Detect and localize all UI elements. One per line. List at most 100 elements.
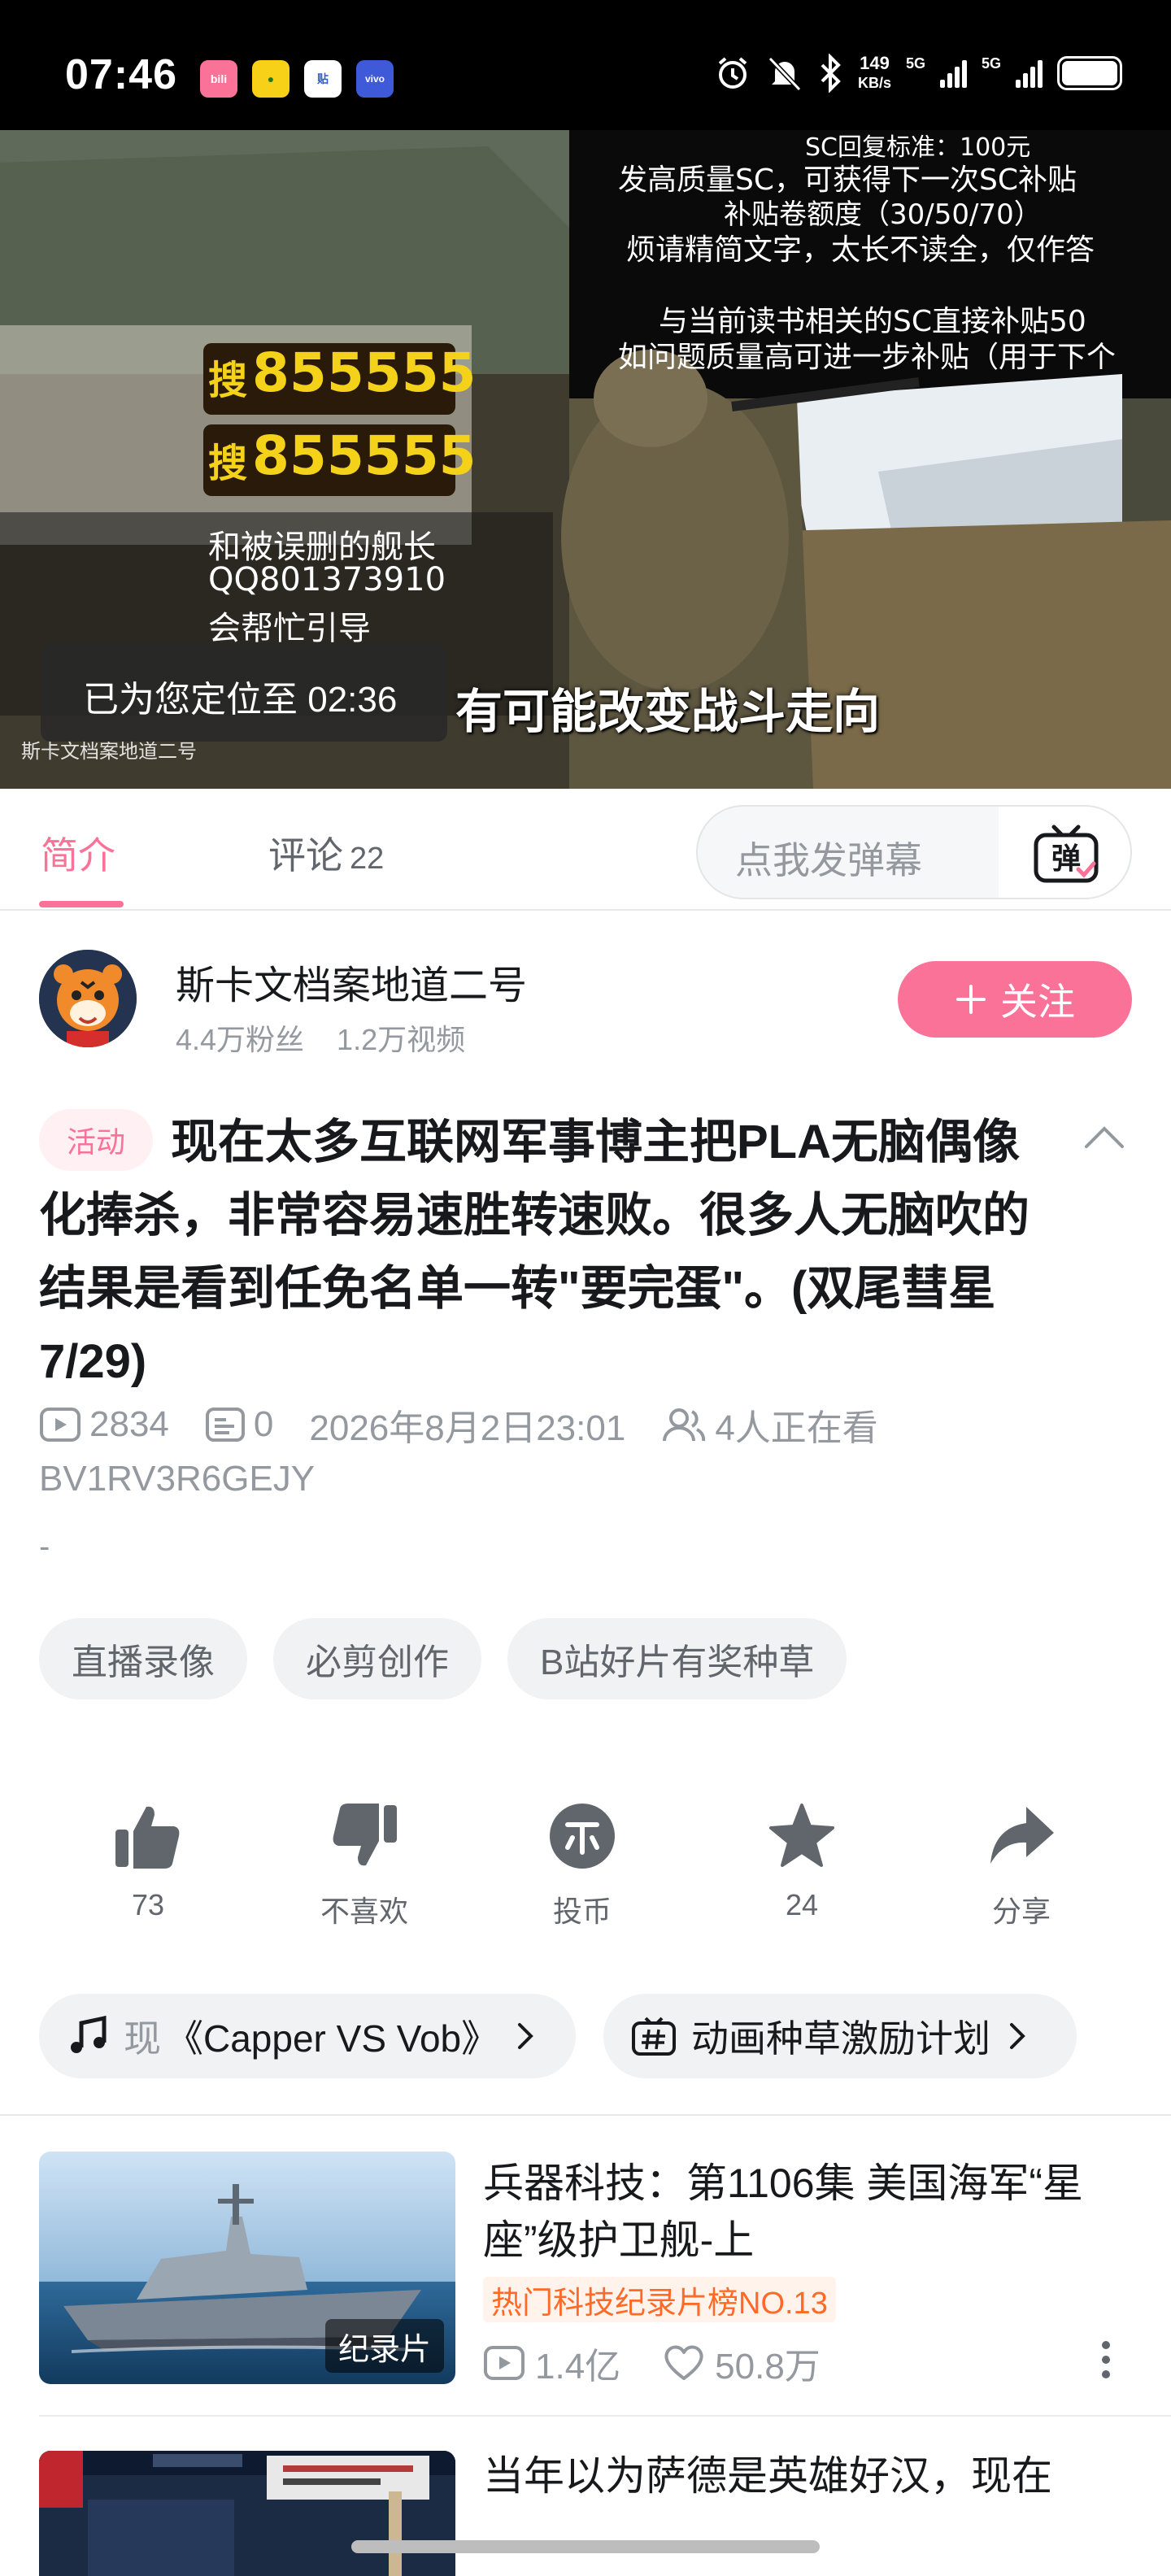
star-icon xyxy=(769,1804,834,1867)
related-like-count: 50.8万 xyxy=(715,2347,821,2387)
favorite-count: 24 xyxy=(785,1888,819,1921)
dislike-button[interactable]: 不喜欢 xyxy=(283,1802,446,1930)
tag-list: 直播录像 必剪创作 B站好片有奖种草 xyxy=(39,1618,847,1699)
bgm-chip[interactable]: 现《Capper VS Vob》 xyxy=(39,1994,576,2078)
detail-tabs: 简介 评论 22 点我发弹幕 弹 xyxy=(0,789,1171,911)
activity-chip-label: 动画种草激励计划 xyxy=(691,2017,990,2060)
plus-icon xyxy=(956,985,986,1014)
related-video-title[interactable]: 当年以为萨德是英雄好汉，现在 xyxy=(483,2448,1134,2504)
tab-comments[interactable]: 评论 22 xyxy=(268,826,384,880)
list-divider xyxy=(39,2415,1171,2417)
related-play-count: 1.4亿 xyxy=(535,2347,621,2387)
mute-bell-icon xyxy=(768,56,802,92)
bluetooth-icon xyxy=(821,54,841,93)
overlay-line-4: 烦请精简文字，太长不读全，仅作答 xyxy=(626,233,1095,267)
promo-prefix-1: 搜 xyxy=(208,358,248,403)
activity-chip[interactable]: 动画种草激励计划 xyxy=(603,1994,1077,2078)
chevron-right-icon xyxy=(1010,2023,1025,2049)
promo-number-2: 855555 xyxy=(252,424,477,487)
danmaku-input[interactable]: 点我发弹幕 xyxy=(698,807,999,898)
video-subtitle: 有可能改变战斗走向 xyxy=(455,685,881,738)
favorite-button[interactable]: 24 xyxy=(720,1802,883,1922)
related-video-stats: 1.4亿 50.8万 xyxy=(483,2337,821,2389)
watching-count: 4人正在看 xyxy=(715,1408,878,1448)
watching-people-icon xyxy=(663,1408,706,1442)
uploader-videos: 1.2万视频 xyxy=(337,1023,466,1056)
danmaku-count: 0 xyxy=(253,1404,274,1444)
danmaku-button-label: 弹 xyxy=(1051,842,1081,876)
hashtag-tv-icon xyxy=(632,2017,676,2056)
danmaku-tv-icon: 弹 xyxy=(1034,825,1099,883)
vivo-app-icon: vivo xyxy=(356,60,394,98)
play-count: 2834 xyxy=(89,1404,169,1444)
tab-active-indicator xyxy=(39,901,124,907)
play-count-icon xyxy=(40,1408,81,1442)
like-button[interactable]: 73 xyxy=(67,1802,229,1922)
coin-icon xyxy=(550,1804,615,1869)
share-button[interactable]: 分享 xyxy=(940,1802,1103,1930)
video-meta: 2834 0 2026年8月2日23:01 4人正在看 xyxy=(39,1399,878,1451)
uploader-stats: 4.4万粉丝 1.2万视频 xyxy=(176,1016,465,1059)
danmaku-count-icon xyxy=(205,1408,245,1442)
bvid: BV1RV3R6GEJY xyxy=(39,1459,316,1499)
resume-position-toast: 已为您定位至 02:36 xyxy=(41,644,447,742)
video-title: 现在太多互联网军事博主把PLA无脑偶像化捧杀，非常容易速胜转速败。很多人无脑吹的… xyxy=(39,1116,1030,1388)
overlay-line-6: 如问题质量高可进一步补贴（用于下个 xyxy=(618,341,1117,374)
promo-prefix-2: 搜 xyxy=(208,441,248,486)
section-divider xyxy=(0,2114,1171,2116)
uploader-fans: 4.4万粉丝 xyxy=(176,1023,305,1056)
bgm-prefix: 现 xyxy=(124,2017,161,2060)
share-label: 分享 xyxy=(991,1895,1051,1928)
chevron-up-icon[interactable] xyxy=(1082,1120,1127,1153)
action-bar: 73 不喜欢 投币 24 分享 xyxy=(0,1802,1171,1932)
signal-2-bars-icon xyxy=(1016,59,1043,88)
promo-line-2: QQ801373910 xyxy=(208,561,446,598)
alarm-icon xyxy=(718,57,747,89)
music-note-icon xyxy=(71,2015,107,2053)
signal-1-bars-icon xyxy=(939,59,967,88)
home-indicator[interactable] xyxy=(351,2540,820,2553)
like-count: 73 xyxy=(131,1888,165,1921)
publish-date: 2026年8月2日23:01 xyxy=(309,1408,626,1448)
ranking-badge[interactable]: 热门科技纪录片榜NO.13 xyxy=(483,2277,836,2322)
promo-line-3: 会帮忙引导 xyxy=(208,610,371,647)
news-thumbnail-image xyxy=(39,2451,455,2576)
app-icon-2: ● xyxy=(252,60,289,98)
tieba-app-icon: 贴 xyxy=(304,60,342,98)
tiger-avatar-icon xyxy=(39,950,137,1047)
play-count-icon xyxy=(484,2346,525,2380)
video-description: - xyxy=(39,1529,50,1564)
net-speed: 149 KB/s xyxy=(857,53,891,92)
bgm-title: 《Capper VS Vob》 xyxy=(166,2017,499,2060)
bilibili-app-icon: bili xyxy=(200,60,237,98)
clock: 07:46 xyxy=(65,51,177,98)
status-bar: 07:46 bili ● 贴 vivo 149 KB/s 5G 5G xyxy=(0,0,1171,130)
signal-2-label: 5G xyxy=(981,54,1001,72)
danmaku-toggle-button[interactable]: 弹 xyxy=(999,807,1130,898)
battery-icon xyxy=(1057,56,1122,90)
uploader-name[interactable]: 斯卡文档案地道二号 xyxy=(176,953,527,1010)
uploader-avatar[interactable] xyxy=(39,950,137,1047)
more-vertical-icon[interactable] xyxy=(1099,2339,1112,2381)
status-icons: 149 KB/s 5G 5G xyxy=(713,54,1122,93)
tag-chip[interactable]: 直播录像 xyxy=(39,1618,247,1699)
dislike-label: 不喜欢 xyxy=(320,1895,408,1928)
tab-intro[interactable]: 简介 xyxy=(41,826,115,880)
related-video-title[interactable]: 兵器科技：第1106集 美国海军“星座”级护卫舰-上 xyxy=(483,2155,1134,2269)
thumbs-up-icon xyxy=(115,1806,180,1869)
heart-icon xyxy=(664,2345,703,2380)
promo-number-1: 855555 xyxy=(252,342,477,404)
coin-label: 投币 xyxy=(552,1895,612,1928)
tag-chip[interactable]: B站好片有奖种草 xyxy=(507,1618,847,1699)
share-arrow-icon xyxy=(990,1807,1054,1864)
related-video-thumbnail[interactable]: 纪录片 xyxy=(39,2152,455,2384)
chevron-right-icon xyxy=(518,2023,533,2049)
video-player[interactable]: SC回复标准：100元 发高质量SC，可获得下一次SC补贴 补贴卷额度（30/5… xyxy=(0,130,1171,789)
coin-button[interactable]: 投币 xyxy=(501,1802,664,1930)
thumbnail-category-label: 纪录片 xyxy=(324,2319,444,2373)
comments-count: 22 xyxy=(350,842,385,876)
thumbs-down-icon xyxy=(333,1804,397,1866)
related-video-thumbnail[interactable] xyxy=(39,2451,455,2576)
follow-button[interactable]: 关注 xyxy=(898,961,1132,1038)
tag-chip[interactable]: 必剪创作 xyxy=(273,1618,481,1699)
